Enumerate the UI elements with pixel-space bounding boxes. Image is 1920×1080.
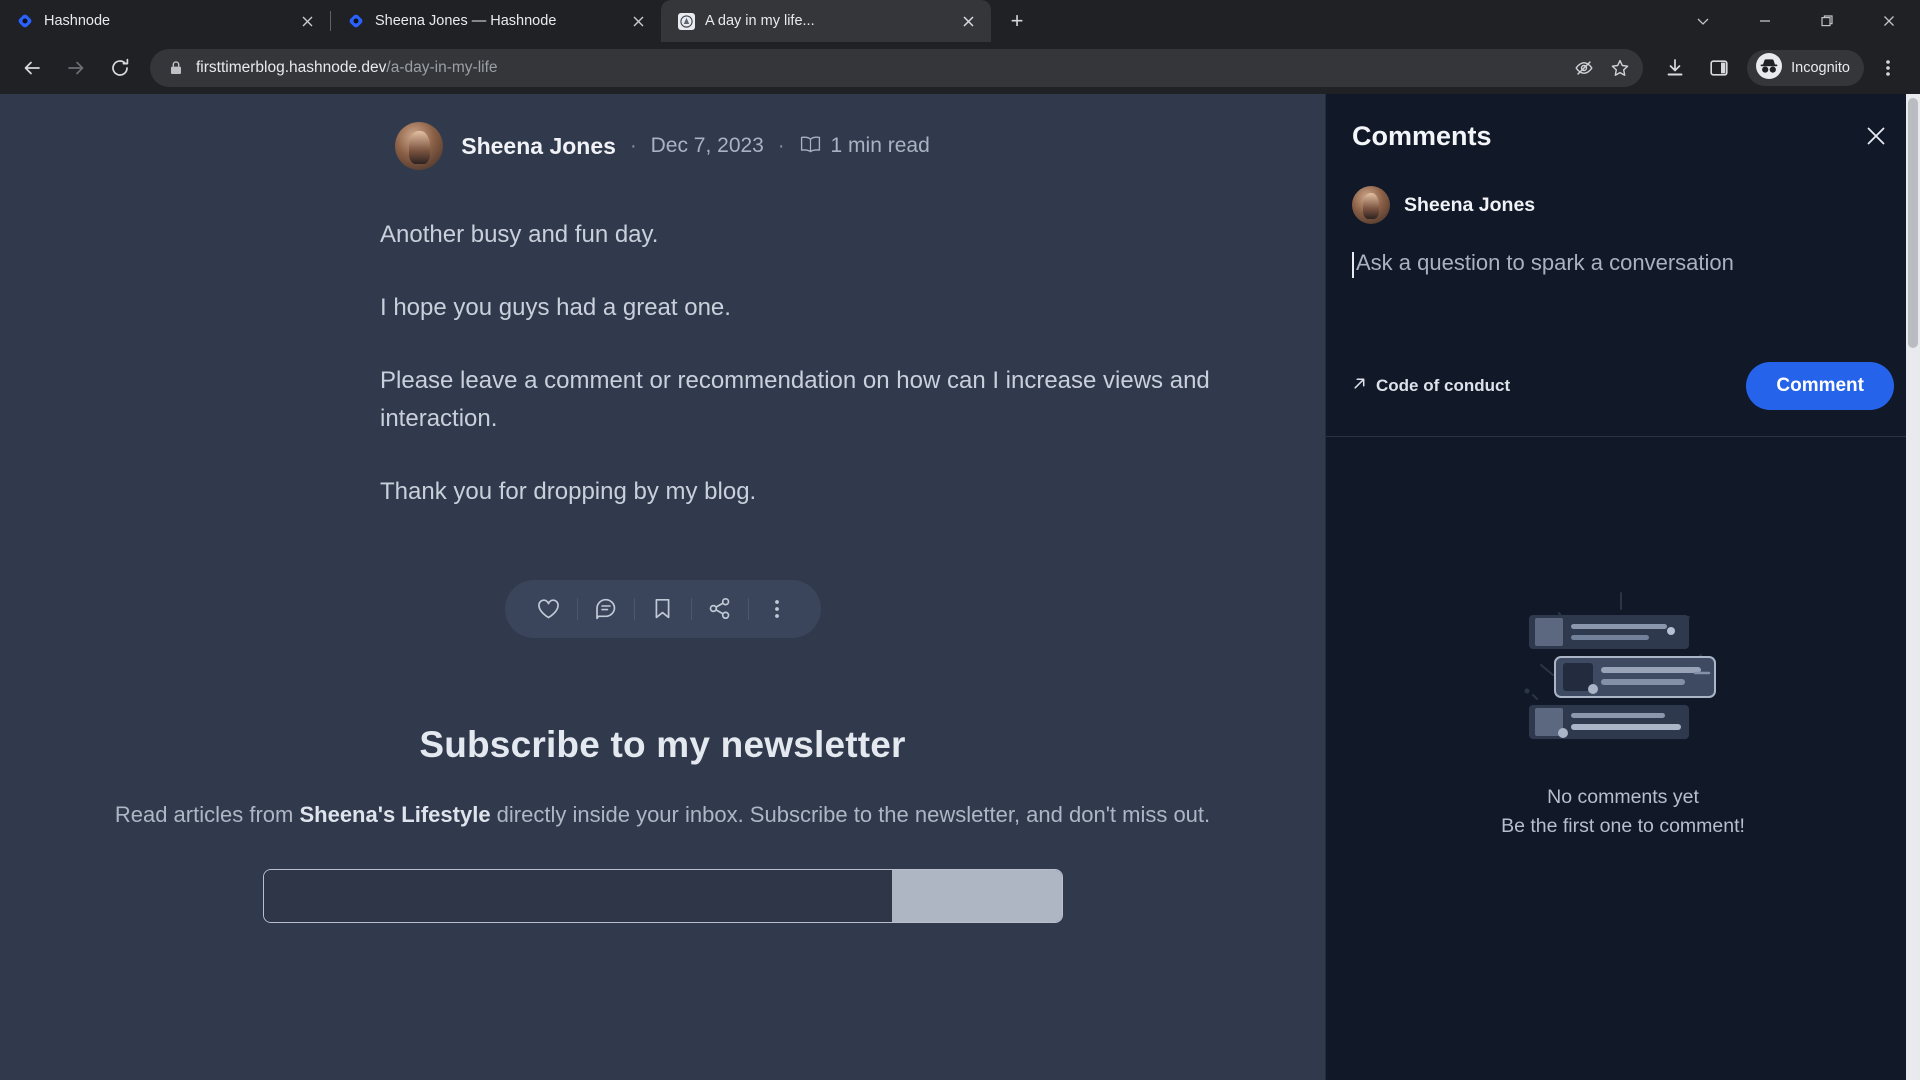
side-panel-icon[interactable] bbox=[1699, 48, 1739, 88]
empty-state-line-2: Be the first one to comment! bbox=[1501, 814, 1745, 837]
address-bar[interactable]: firsttimerblog.hashnode.dev/a-day-in-my-… bbox=[150, 49, 1644, 87]
code-of-conduct-link[interactable]: Code of conduct bbox=[1352, 376, 1510, 396]
hashnode-diamond-icon bbox=[347, 12, 365, 30]
action-pill bbox=[504, 579, 821, 638]
three-dot-menu-icon[interactable] bbox=[1868, 48, 1908, 88]
tab-search-chevron-down-icon[interactable] bbox=[1672, 0, 1734, 42]
bookmark-star-icon[interactable] bbox=[1603, 51, 1637, 85]
submit-comment-button[interactable]: Comment bbox=[1746, 362, 1894, 410]
url-domain: firsttimerblog.hashnode.dev bbox=[196, 59, 387, 76]
newsletter-blog-name: Sheena's Lifestyle bbox=[299, 801, 491, 827]
browser-toolbar: firsttimerblog.hashnode.dev/a-day-in-my-… bbox=[0, 42, 1920, 94]
url-path: /a-day-in-my-life bbox=[386, 59, 498, 76]
newsletter-desc-after: directly inside your inbox. Subscribe to… bbox=[490, 801, 1211, 827]
author-avatar[interactable] bbox=[395, 122, 444, 170]
composer-avatar bbox=[1352, 186, 1390, 224]
hashnode-diamond-icon bbox=[16, 12, 34, 30]
comment-bubble-icon[interactable] bbox=[578, 580, 634, 638]
tab-title: Sheena Jones — Hashnode bbox=[375, 13, 557, 29]
site-info-lock-icon[interactable] bbox=[166, 60, 186, 76]
article-paragraph: Thank you for dropping by my blog. bbox=[380, 477, 757, 505]
tab-title: Hashnode bbox=[44, 13, 111, 29]
scrollbar-thumb[interactable] bbox=[1908, 98, 1918, 348]
empty-comments-illustration bbox=[1503, 587, 1743, 757]
browser-tab-1[interactable]: Hashnode bbox=[0, 0, 330, 42]
comments-drawer: Comments Sheena Jones Ask a question to … bbox=[1325, 94, 1920, 1080]
window-controls bbox=[1672, 0, 1920, 42]
incognito-profile-button[interactable]: Incognito bbox=[1747, 50, 1864, 86]
comments-header: Comments bbox=[1326, 94, 1920, 164]
publish-date: Dec 7, 2023 bbox=[650, 134, 764, 157]
article-paragraph: I hope you guys had a great one. bbox=[380, 294, 731, 322]
browser-tab-2[interactable]: Sheena Jones — Hashnode bbox=[331, 0, 661, 42]
tracking-protection-eye-icon[interactable] bbox=[1567, 51, 1601, 85]
article-paragraph: Please leave a comment or recommendation… bbox=[380, 367, 1210, 432]
downloads-icon[interactable] bbox=[1655, 48, 1695, 88]
page-scrollbar[interactable] bbox=[1906, 94, 1920, 1080]
site-avatar-icon bbox=[677, 12, 695, 30]
comment-composer: Sheena Jones Ask a question to spark a c… bbox=[1326, 164, 1920, 436]
comment-input[interactable]: Ask a question to spark a conversation bbox=[1352, 250, 1894, 362]
newsletter-email-input[interactable] bbox=[263, 869, 892, 922]
like-heart-icon[interactable] bbox=[521, 580, 577, 638]
external-link-arrow-icon bbox=[1352, 376, 1367, 396]
read-time-group: 1 min read bbox=[799, 134, 930, 159]
page-viewport: Sheena Jones · Dec 7, 2023 · 1 min read … bbox=[0, 94, 1920, 1080]
more-options-icon[interactable] bbox=[749, 580, 805, 638]
reload-icon[interactable] bbox=[100, 48, 140, 88]
tab-close-button[interactable] bbox=[296, 10, 318, 32]
forward-arrow-icon[interactable] bbox=[56, 48, 96, 88]
code-of-conduct-label: Code of conduct bbox=[1376, 376, 1511, 395]
minimize-button[interactable] bbox=[1734, 0, 1796, 42]
newsletter-heading: Subscribe to my newsletter bbox=[419, 723, 906, 765]
newsletter-description: Read articles from Sheena's Lifestyle di… bbox=[0, 798, 1325, 831]
newsletter-section: Subscribe to my newsletter Read articles… bbox=[0, 724, 1325, 923]
close-icon[interactable] bbox=[1858, 118, 1894, 154]
composer-user: Sheena Jones bbox=[1352, 186, 1894, 224]
comments-empty-state: No comments yet Be the first one to comm… bbox=[1326, 437, 1920, 1080]
comments-title: Comments bbox=[1352, 120, 1492, 151]
byline-separator: · bbox=[629, 134, 637, 157]
tab-close-button[interactable] bbox=[627, 10, 649, 32]
close-window-button[interactable] bbox=[1858, 0, 1920, 42]
browser-window: Hashnode Sheena Jones — Hashnode A day i… bbox=[0, 0, 1920, 1080]
maximize-button[interactable] bbox=[1796, 0, 1858, 42]
bookmark-icon[interactable] bbox=[635, 580, 691, 638]
omnibox-actions bbox=[1567, 51, 1637, 85]
article-inner: Sheena Jones · Dec 7, 2023 · 1 min read … bbox=[0, 122, 1325, 923]
empty-state-text: No comments yet Be the first one to comm… bbox=[1501, 783, 1745, 840]
open-book-icon bbox=[799, 134, 822, 159]
share-icon[interactable] bbox=[692, 580, 748, 638]
composer-user-name: Sheena Jones bbox=[1404, 193, 1536, 216]
byline-separator: · bbox=[777, 134, 785, 157]
newsletter-subscribe-button[interactable] bbox=[891, 869, 1062, 922]
newsletter-subscribe-form bbox=[262, 868, 1063, 923]
back-arrow-icon[interactable] bbox=[12, 48, 52, 88]
empty-state-line-1: No comments yet bbox=[1547, 786, 1699, 809]
browser-tab-3-active[interactable]: A day in my life... bbox=[661, 0, 991, 42]
comment-input-placeholder: Ask a question to spark a conversation bbox=[1356, 250, 1734, 275]
tab-title: A day in my life... bbox=[705, 13, 815, 29]
incognito-label: Incognito bbox=[1791, 60, 1850, 76]
article-byline: Sheena Jones · Dec 7, 2023 · 1 min read bbox=[0, 122, 1325, 170]
tab-strip: Hashnode Sheena Jones — Hashnode A day i… bbox=[0, 0, 1920, 42]
tab-close-button[interactable] bbox=[957, 10, 979, 32]
article-body: Another busy and fun day. I hope you guy… bbox=[0, 216, 1325, 510]
article-paragraph: Another busy and fun day. bbox=[380, 221, 659, 248]
article-action-bar bbox=[0, 579, 1325, 638]
text-caret bbox=[1352, 252, 1354, 278]
newsletter-desc-before: Read articles from bbox=[114, 801, 300, 827]
read-time: 1 min read bbox=[830, 134, 930, 157]
url-text: firsttimerblog.hashnode.dev/a-day-in-my-… bbox=[196, 59, 1567, 77]
author-name[interactable]: Sheena Jones bbox=[461, 133, 616, 160]
incognito-avatar-icon bbox=[1755, 52, 1783, 85]
composer-footer: Code of conduct Comment bbox=[1352, 362, 1894, 436]
new-tab-button[interactable]: + bbox=[997, 3, 1037, 39]
